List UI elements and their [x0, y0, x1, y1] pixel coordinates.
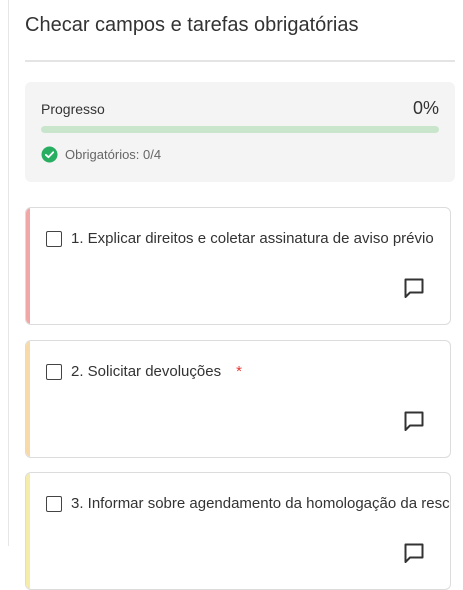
- comment-button[interactable]: [402, 543, 426, 567]
- task-card: 1. Explicar direitos e coletar assinatur…: [25, 207, 451, 325]
- task-checkbox[interactable]: [46, 363, 62, 380]
- task-card: 2. Solicitar devoluções *: [25, 340, 451, 458]
- progress-card: Progresso 0% Obrigatórios: 0/4: [25, 82, 455, 182]
- comment-icon: [403, 277, 425, 304]
- task-accent: [26, 208, 30, 324]
- title-divider: [25, 60, 455, 62]
- task-label: 3. Informar sobre agendamento da homolog…: [71, 495, 450, 512]
- mandatory-count: Obrigatórios: 0/4: [65, 147, 162, 162]
- progress-value: 0%: [412, 98, 439, 118]
- task-row: 1. Explicar direitos e coletar assinatur…: [46, 230, 450, 247]
- page-title: Checar campos e tarefas obrigatórias: [25, 14, 359, 36]
- comment-button[interactable]: [402, 411, 426, 435]
- task-accent: [26, 341, 30, 457]
- task-label: 1. Explicar direitos e coletar assinatur…: [71, 230, 434, 247]
- mandatory-status: Obrigatórios: 0/4: [41, 146, 161, 163]
- progress-bar: [41, 126, 439, 133]
- progress-label: Progresso: [41, 101, 105, 117]
- task-checkbox[interactable]: [46, 230, 62, 247]
- task-row: 2. Solicitar devoluções *: [46, 363, 450, 380]
- required-marker: *: [236, 363, 242, 380]
- task-card: 3. Informar sobre agendamento da homolog…: [25, 472, 451, 590]
- panel-left-border: [8, 0, 9, 546]
- check-circle-icon: [41, 146, 58, 163]
- task-accent: [26, 473, 30, 589]
- comment-button[interactable]: [402, 278, 426, 302]
- task-checkbox[interactable]: [46, 495, 62, 512]
- task-label: 2. Solicitar devoluções: [71, 363, 222, 380]
- task-row: 3. Informar sobre agendamento da homolog…: [46, 495, 450, 512]
- comment-icon: [403, 410, 425, 437]
